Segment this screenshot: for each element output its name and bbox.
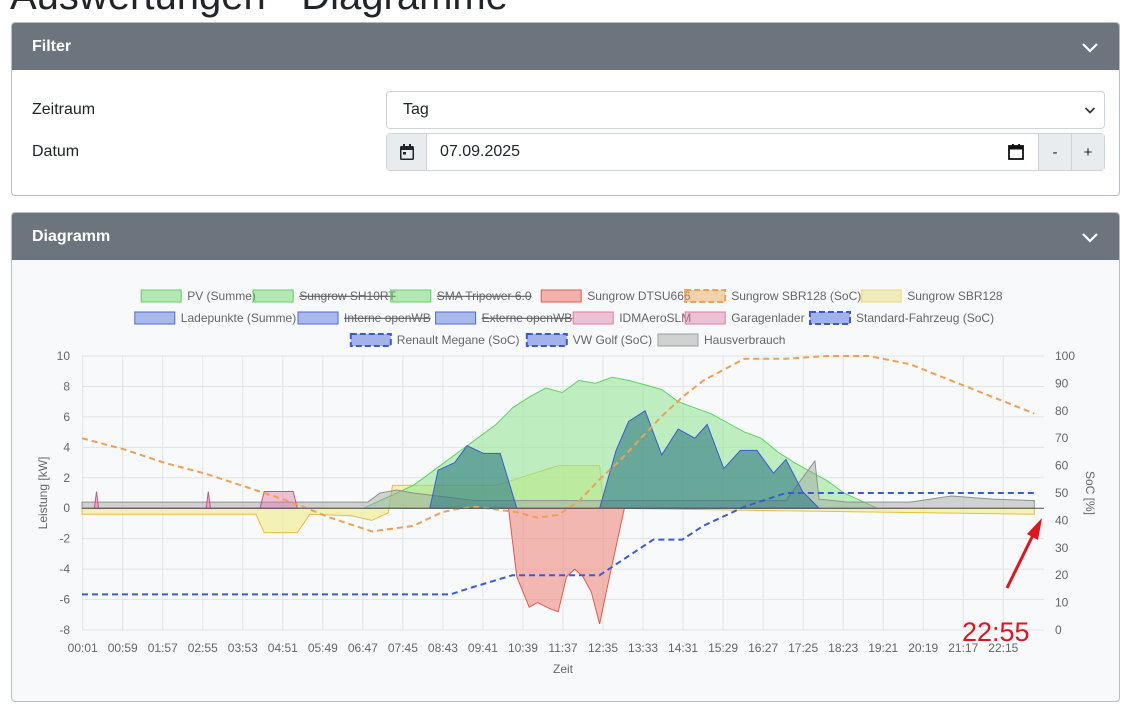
filter-card: Filter Zeitraum Tag Datum 07.09.2025 - +: [11, 22, 1120, 196]
date-decrement-button[interactable]: -: [1038, 134, 1071, 170]
page-title: Auswertungen - Diagramme: [10, 0, 508, 16]
zeitraum-label: Zeitraum: [32, 101, 96, 118]
datum-label: Datum: [32, 143, 80, 160]
date-increment-button[interactable]: +: [1071, 134, 1104, 170]
diagram-header-title: Diagramm: [32, 227, 111, 245]
calendar-icon: [387, 134, 427, 170]
zeitraum-select[interactable]: Tag: [386, 91, 1105, 129]
datum-input-group: 07.09.2025 - +: [386, 133, 1105, 171]
chevron-down-icon[interactable]: [1081, 38, 1099, 56]
diagram-card-header[interactable]: Diagramm: [12, 213, 1119, 260]
chevron-down-icon: [1084, 107, 1096, 114]
diagram-card: Diagramm: [11, 212, 1120, 702]
filter-header-title: Filter: [32, 37, 72, 55]
datum-input[interactable]: 07.09.2025: [427, 134, 1038, 170]
datum-value: 07.09.2025: [440, 143, 521, 160]
zeitraum-select-value: Tag: [403, 101, 429, 118]
chevron-down-icon[interactable]: [1081, 228, 1099, 246]
date-picker-icon[interactable]: [1008, 144, 1024, 160]
filter-card-header[interactable]: Filter: [12, 23, 1119, 70]
